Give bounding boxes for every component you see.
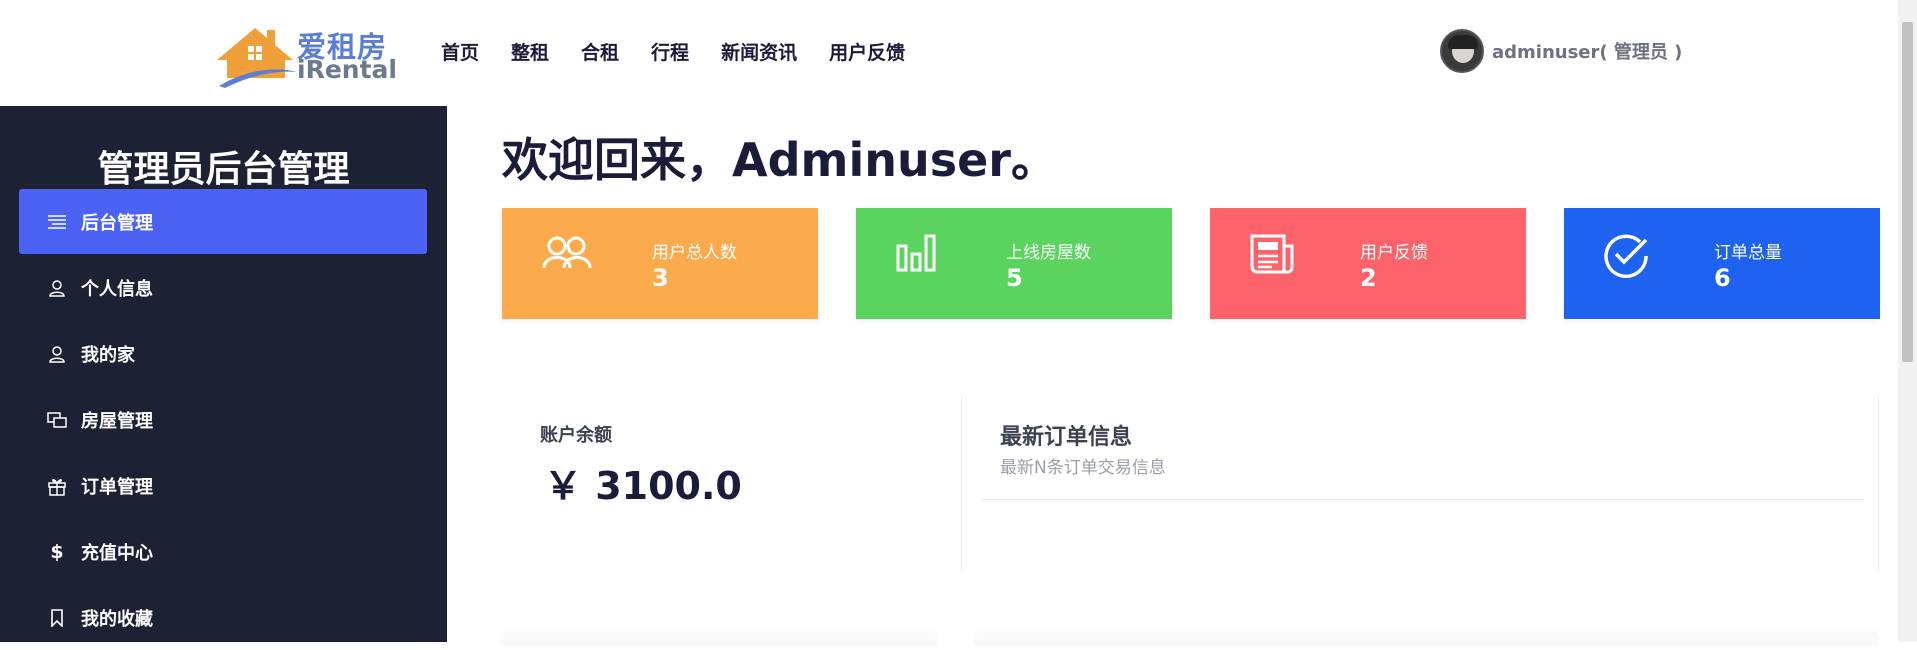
user-icon <box>47 344 67 364</box>
balance-value: ￥ 3100.0 <box>544 464 742 508</box>
scrollbar-thumb[interactable] <box>1902 22 1913 362</box>
menu-lines-icon <box>47 212 67 232</box>
sidebar-item-label: 房屋管理 <box>81 410 153 432</box>
dollar-icon: $ <box>50 540 64 563</box>
bookmark-icon <box>47 608 67 628</box>
stat-card-orders[interactable]: 订单总量 6 <box>1564 208 1880 319</box>
gift-icon <box>47 476 67 496</box>
orders-title: 最新订单信息 <box>1000 425 1133 450</box>
sidebar-item-my-home[interactable]: 我的家 <box>19 321 427 386</box>
stat-card-feedback[interactable]: 用户反馈 2 <box>1210 208 1526 319</box>
page-title: 欢迎回来，Adminuser。 <box>502 133 1057 187</box>
nav-item-home[interactable]: 首页 <box>441 38 479 65</box>
username[interactable]: adminuser( 管理员 ) <box>1492 38 1682 64</box>
avatar[interactable] <box>1440 29 1484 73</box>
sidebar-item-label: 个人信息 <box>81 278 153 300</box>
sidebar-item-label: 充值中心 <box>81 542 153 564</box>
nav-item-whole-rent[interactable]: 整租 <box>511 38 549 65</box>
stat-label: 用户总人数 <box>652 243 737 263</box>
sidebar-item-label: 订单管理 <box>81 476 153 498</box>
balance-card: 账户余额 ￥ 3100.0 <box>502 395 962 570</box>
sidebar-item-favorites[interactable]: 我的收藏 <box>19 585 427 650</box>
bar-chart-icon <box>894 232 948 278</box>
newspaper-icon <box>1248 232 1302 278</box>
divider <box>982 499 1864 500</box>
stat-value: 6 <box>1714 264 1731 292</box>
sidebar-item-dashboard[interactable]: 后台管理 <box>19 189 427 254</box>
sidebar-item-orders[interactable]: 订单管理 <box>19 453 427 518</box>
stat-label: 订单总量 <box>1714 243 1782 263</box>
bottom-card-left <box>502 634 936 646</box>
sidebar-item-label: 我的收藏 <box>81 608 153 630</box>
stat-label: 上线房屋数 <box>1006 243 1091 263</box>
sidebar: 管理员后台管理 后台管理 个人信息 我的家 房屋管理 订单管理 $ 充值中心 我… <box>0 106 447 642</box>
orders-subtitle: 最新N条订单交易信息 <box>1000 458 1166 478</box>
main-nav: 首页 整租 合租 行程 新闻资讯 用户反馈 <box>441 38 937 65</box>
nav-item-itinerary[interactable]: 行程 <box>651 38 689 65</box>
brand-name-en: iRental <box>297 55 397 84</box>
stat-card-houses[interactable]: 上线房屋数 5 <box>856 208 1172 319</box>
sidebar-title: 管理员后台管理 <box>97 149 350 190</box>
stat-label: 用户反馈 <box>1360 243 1428 263</box>
stat-card-users[interactable]: 用户总人数 3 <box>502 208 818 319</box>
stat-value: 3 <box>652 264 669 292</box>
stat-value: 5 <box>1006 264 1023 292</box>
latest-orders-card: 最新订单信息 最新N条订单交易信息 <box>961 395 1879 570</box>
vertical-scrollbar[interactable] <box>1898 0 1917 642</box>
bottom-card-right <box>975 634 1878 646</box>
top-navbar: 爱租房 iRental 首页 整租 合租 行程 新闻资讯 用户反馈 adminu… <box>0 0 1898 106</box>
user-icon <box>47 278 67 298</box>
nav-item-news[interactable]: 新闻资讯 <box>721 38 797 65</box>
sidebar-item-houses[interactable]: 房屋管理 <box>19 387 427 452</box>
users-icon <box>540 232 594 278</box>
stat-value: 2 <box>1360 264 1377 292</box>
sidebar-item-label: 我的家 <box>81 344 135 366</box>
sidebar-item-label: 后台管理 <box>81 212 153 234</box>
check-circle-icon <box>1602 232 1656 278</box>
user-menu[interactable]: adminuser( 管理员 ) <box>1440 29 1682 73</box>
balance-label: 账户余额 <box>540 425 612 446</box>
windows-icon <box>47 410 67 430</box>
sidebar-item-recharge[interactable]: $ 充值中心 <box>19 519 427 584</box>
nav-item-shared-rent[interactable]: 合租 <box>581 38 619 65</box>
nav-item-feedback[interactable]: 用户反馈 <box>829 38 905 65</box>
sidebar-item-profile[interactable]: 个人信息 <box>19 255 427 320</box>
